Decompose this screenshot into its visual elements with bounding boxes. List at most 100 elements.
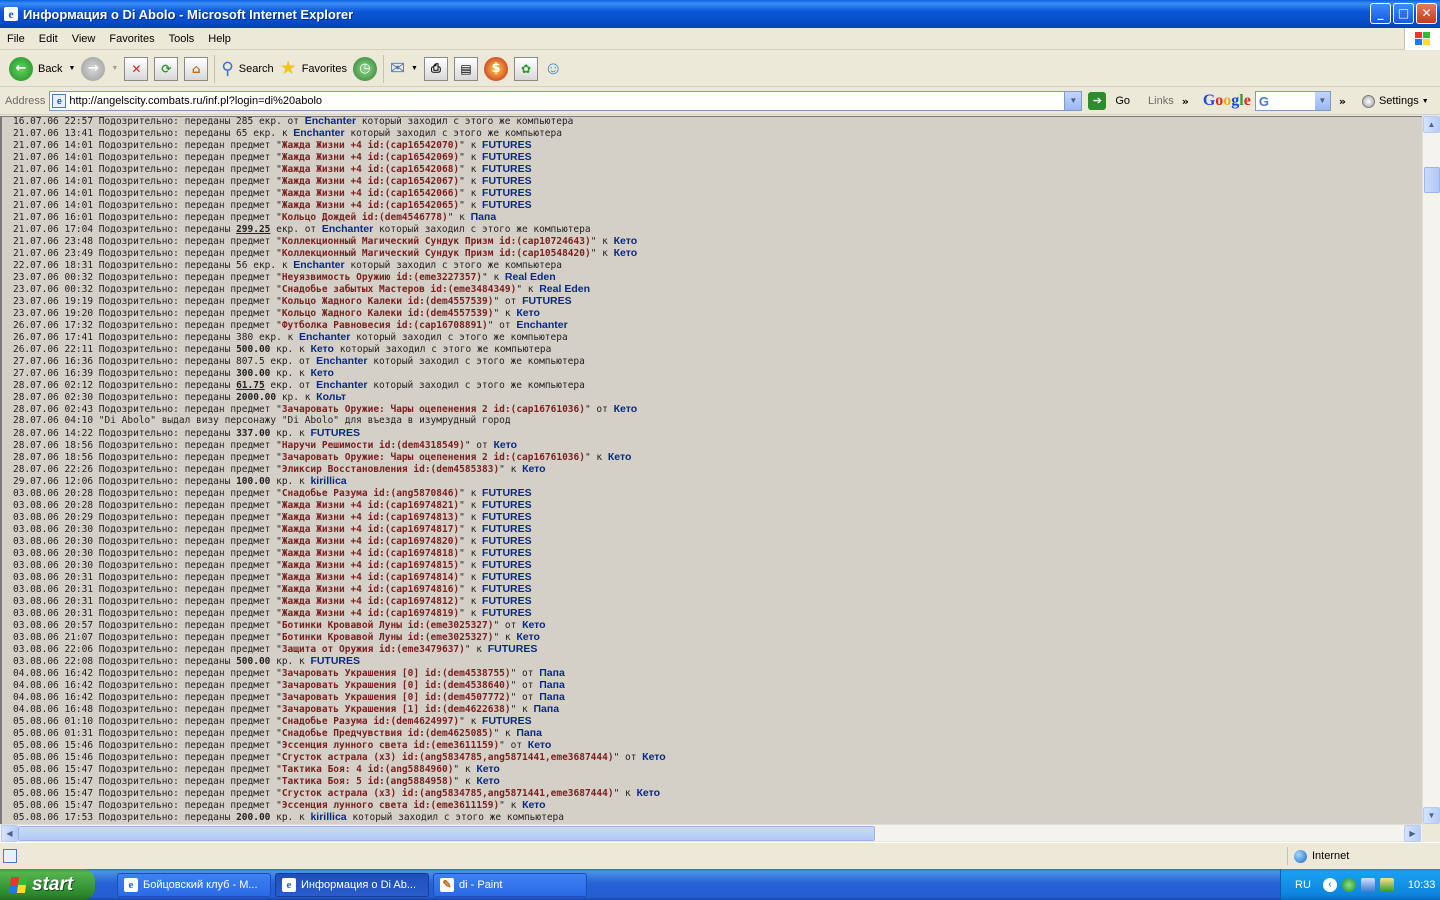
menu-tools[interactable]: Tools xyxy=(162,33,202,45)
horizontal-scroll-thumb[interactable] xyxy=(18,826,875,841)
refresh-button[interactable]: ⟳ xyxy=(151,54,181,84)
player-link[interactable]: Enchanter xyxy=(299,331,350,343)
tray-app-icon[interactable] xyxy=(1379,877,1394,892)
player-link[interactable]: FUTURES xyxy=(482,139,532,151)
player-link[interactable]: Enchanter xyxy=(316,355,367,367)
menu-view[interactable]: View xyxy=(65,33,103,45)
player-link[interactable]: Кето xyxy=(522,619,546,631)
menu-edit[interactable]: Edit xyxy=(32,33,65,45)
player-link[interactable]: Папа xyxy=(539,691,565,703)
player-link[interactable]: Кето xyxy=(516,631,540,643)
player-link[interactable]: FUTURES xyxy=(482,535,532,547)
taskbar-item-info[interactable]: e Информация о Di Ab... xyxy=(275,872,429,897)
player-link[interactable]: Real Eden xyxy=(539,283,590,295)
address-input[interactable]: e http://angelscity.combats.ru/inf.pl?lo… xyxy=(49,91,1083,111)
player-link[interactable]: Enchanter xyxy=(322,223,373,235)
tray-expand-icon[interactable]: ‹ xyxy=(1322,877,1337,892)
player-link[interactable]: Enchanter xyxy=(305,117,356,127)
settings-button[interactable]: Settings ▼ xyxy=(1361,94,1429,108)
player-link[interactable]: FUTURES xyxy=(482,175,532,187)
stop-button[interactable]: ✕ xyxy=(121,54,151,84)
player-link[interactable]: FUTURES xyxy=(482,187,532,199)
scroll-left-button[interactable]: ◀ xyxy=(1,825,18,842)
search-button[interactable]: ⚲ Search xyxy=(218,54,276,84)
player-link[interactable]: Папа xyxy=(539,667,565,679)
google-search-box[interactable]: G ▼ xyxy=(1254,91,1331,111)
start-button[interactable]: start xyxy=(0,869,95,900)
forward-button[interactable]: → ▼ xyxy=(78,54,121,84)
google-chevron-icon[interactable]: » xyxy=(1339,95,1346,108)
horizontal-scrollbar[interactable]: ◀ ▶ xyxy=(0,824,1422,842)
player-link[interactable]: Папа xyxy=(516,727,542,739)
scroll-right-button[interactable]: ▶ xyxy=(1404,825,1421,842)
player-link[interactable]: Кето xyxy=(614,247,638,259)
player-link[interactable]: FUTURES xyxy=(482,487,532,499)
player-link[interactable]: Real Eden xyxy=(505,271,556,283)
taskbar-item-paint[interactable]: ✎ di - Paint xyxy=(433,872,587,897)
addon-button-1[interactable]: $ xyxy=(481,54,511,84)
player-link[interactable]: Кето xyxy=(476,775,500,787)
icq-tray-icon[interactable] xyxy=(1341,877,1356,892)
go-button[interactable]: ➔ Go xyxy=(1088,92,1130,110)
favorites-button[interactable]: ★ Favorites xyxy=(277,54,350,84)
player-link[interactable]: kirillica xyxy=(310,475,346,487)
player-link[interactable]: Папа xyxy=(471,211,497,223)
player-link[interactable]: Кето xyxy=(608,451,632,463)
maximize-button[interactable]: □ xyxy=(1393,3,1414,24)
player-link[interactable]: FUTURES xyxy=(482,559,532,571)
menu-favorites[interactable]: Favorites xyxy=(102,33,161,45)
vertical-scroll-thumb[interactable] xyxy=(1424,167,1440,193)
player-link[interactable]: FUTURES xyxy=(482,523,532,535)
player-link[interactable]: Enchanter xyxy=(293,127,344,139)
scroll-down-button[interactable]: ▼ xyxy=(1423,807,1440,824)
edit-button[interactable]: ▤ xyxy=(451,54,481,84)
player-link[interactable]: FUTURES xyxy=(482,607,532,619)
forward-dropdown-icon[interactable]: ▼ xyxy=(111,65,118,72)
print-button[interactable]: ⎙ xyxy=(421,54,451,84)
player-link[interactable]: FUTURES xyxy=(310,427,360,439)
mail-dropdown-icon[interactable]: ▼ xyxy=(411,65,418,72)
google-dropdown-icon[interactable]: ▼ xyxy=(1314,92,1330,110)
player-link[interactable]: Кето xyxy=(528,739,552,751)
player-link[interactable]: FUTURES xyxy=(482,547,532,559)
network-tray-icon[interactable] xyxy=(1360,877,1375,892)
player-link[interactable]: FUTURES xyxy=(488,643,538,655)
player-link[interactable]: FUTURES xyxy=(482,499,532,511)
player-link[interactable]: Кольт xyxy=(316,391,346,403)
taskbar-item-combats[interactable]: e Бойцовский клуб - M... xyxy=(117,872,271,897)
messenger-button[interactable]: ☺ xyxy=(541,54,565,84)
scroll-up-button[interactable]: ▲ xyxy=(1423,116,1440,133)
menu-help[interactable]: Help xyxy=(201,33,238,45)
player-link[interactable]: FUTURES xyxy=(482,199,532,211)
address-url[interactable]: http://angelscity.combats.ru/inf.pl?logi… xyxy=(69,95,1064,107)
player-link[interactable]: FUTURES xyxy=(482,511,532,523)
close-button[interactable]: ✕ xyxy=(1416,3,1437,24)
player-link[interactable]: Папа xyxy=(534,703,560,715)
player-link[interactable]: Enchanter xyxy=(293,259,344,271)
player-link[interactable]: FUTURES xyxy=(482,595,532,607)
home-button[interactable]: ⌂ xyxy=(181,54,211,84)
back-button[interactable]: ← Back ▼ xyxy=(6,54,78,84)
icq-button[interactable]: ✿ xyxy=(511,54,541,84)
player-link[interactable]: Кето xyxy=(516,307,540,319)
player-link[interactable]: FUTURES xyxy=(482,151,532,163)
menu-file[interactable]: File xyxy=(0,33,32,45)
links-chevron-icon[interactable]: » xyxy=(1182,95,1189,108)
player-link[interactable]: Кето xyxy=(493,439,517,451)
vertical-scrollbar[interactable]: ▲ ▼ xyxy=(1422,116,1440,824)
player-link[interactable]: FUTURES xyxy=(482,583,532,595)
links-button[interactable]: Links xyxy=(1148,95,1174,107)
player-link[interactable]: Кето xyxy=(522,799,546,811)
player-link[interactable]: FUTURES xyxy=(482,163,532,175)
mail-button[interactable]: ✉ ▼ xyxy=(387,54,421,84)
player-link[interactable]: kirillica xyxy=(310,811,346,823)
player-link[interactable]: Кето xyxy=(614,403,638,415)
minimize-button[interactable]: _ xyxy=(1370,3,1391,24)
player-link[interactable]: Кето xyxy=(614,235,638,247)
address-dropdown-icon[interactable]: ▼ xyxy=(1064,92,1082,110)
player-link[interactable]: Enchanter xyxy=(316,379,367,391)
back-dropdown-icon[interactable]: ▼ xyxy=(68,65,75,72)
player-link[interactable]: Кето xyxy=(636,787,660,799)
player-link[interactable]: Кето xyxy=(642,751,666,763)
player-link[interactable]: Кето xyxy=(476,763,500,775)
